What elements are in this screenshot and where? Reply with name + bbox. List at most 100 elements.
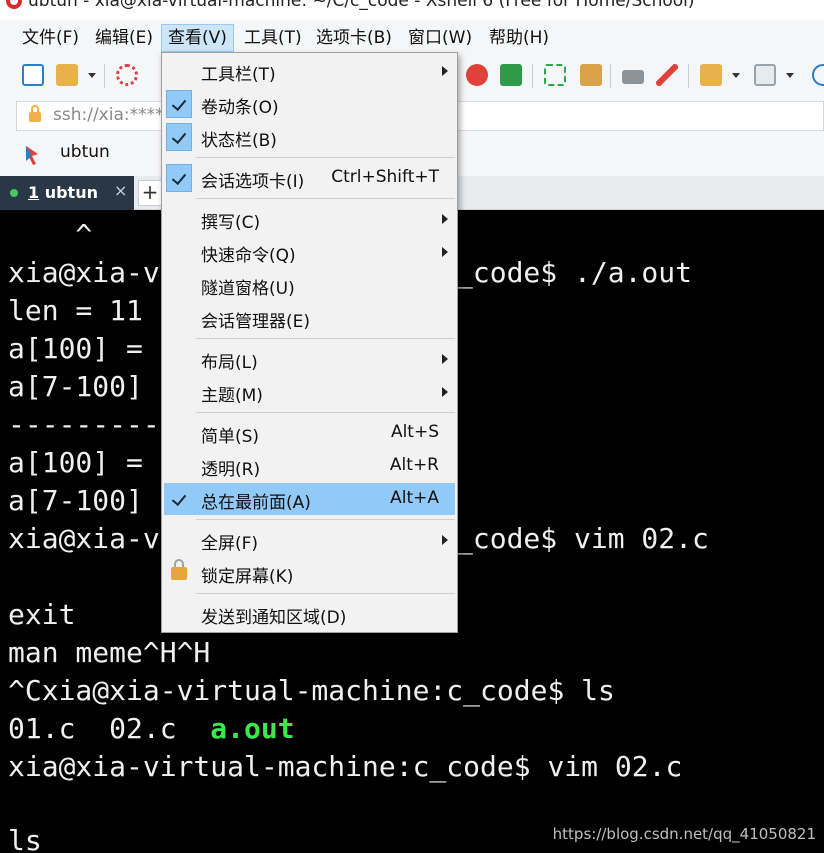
menu-item-label: 布局(L) bbox=[201, 353, 258, 373]
tab-name: ubtun bbox=[39, 183, 98, 202]
ls-files: 01.c 02.c bbox=[8, 712, 211, 745]
tab-label: 1 ubtun bbox=[28, 183, 98, 202]
terminal-line: len = 11 bbox=[8, 294, 143, 327]
lock-screen-icon[interactable] bbox=[580, 64, 602, 86]
ls-executable: a.out bbox=[210, 712, 295, 745]
toolbar-separator bbox=[104, 64, 105, 88]
menu-tabs[interactable]: 选项卡(B) bbox=[310, 24, 398, 52]
menu-item-compose[interactable]: 撰写(C) bbox=[164, 203, 455, 235]
menu-item-layout[interactable]: 布局(L) bbox=[164, 343, 455, 375]
menu-item-scrollbar[interactable]: 卷动条(O) bbox=[164, 88, 455, 120]
menu-item-statusbar[interactable]: 状态栏(B) bbox=[164, 121, 455, 153]
keyboard-icon[interactable] bbox=[622, 70, 644, 84]
tab-number: 1 bbox=[28, 183, 40, 202]
checkmark-icon bbox=[166, 485, 192, 513]
checkmark-icon bbox=[166, 90, 192, 118]
menu-item-send-to-tray[interactable]: 发送到通知区域(D) bbox=[164, 598, 455, 630]
terminal-line: xia@xia-virtual-machine:c_code$ vim 02.c bbox=[8, 750, 683, 783]
menu-item-session-tabs[interactable]: 会话选项卡(I) Ctrl+Shift+T bbox=[164, 162, 455, 194]
menu-item-always-on-top[interactable]: 总在最前面(A) Alt+A bbox=[164, 483, 455, 515]
xmanager-icon[interactable] bbox=[500, 64, 522, 86]
menu-item-shortcut: Alt+S bbox=[390, 422, 439, 442]
terminal-line: exit bbox=[8, 598, 76, 631]
menu-item-label: 卷动条(O) bbox=[201, 98, 279, 118]
close-tab-icon[interactable]: × bbox=[114, 181, 127, 200]
menu-separator bbox=[196, 519, 455, 520]
help-icon[interactable] bbox=[812, 64, 824, 86]
menu-tools[interactable]: 工具(T) bbox=[238, 24, 308, 52]
session-link-label[interactable]: ubtun bbox=[60, 142, 110, 162]
terminal-line: a[7-100] bbox=[8, 370, 143, 403]
menu-item-label: 隧道窗格(U) bbox=[201, 279, 295, 299]
submenu-arrow-icon bbox=[442, 535, 448, 545]
menu-bar: 文件(F) 编辑(E) 查看(V) 工具(T) 选项卡(B) 窗口(W) 帮助(… bbox=[0, 20, 824, 56]
session-link-icon[interactable] bbox=[24, 144, 46, 166]
terminal-line: a[100] = bbox=[8, 446, 143, 479]
address-value: ssh://xia:***** bbox=[53, 105, 173, 125]
terminal-line-fragment: _code$ ./a.out bbox=[456, 256, 693, 289]
view-menu-dropdown: 工具栏(T) 卷动条(O) 状态栏(B) 会话选项卡(I) Ctrl+Shift… bbox=[161, 52, 458, 633]
menu-item-label: 快速命令(Q) bbox=[201, 246, 296, 266]
menu-item-transparent[interactable]: 透明(R) Alt+R bbox=[164, 450, 455, 482]
terminal-line: xia@xia-v bbox=[8, 256, 160, 289]
menu-file[interactable]: 文件(F) bbox=[16, 24, 85, 52]
menu-separator bbox=[196, 593, 455, 594]
menu-separator bbox=[196, 198, 455, 199]
terminal-line: man meme^H^H bbox=[8, 636, 211, 669]
menu-item-label: 透明(R) bbox=[201, 460, 261, 480]
menu-item-theme[interactable]: 主题(M) bbox=[164, 376, 455, 408]
toolbar-separator bbox=[532, 64, 533, 88]
fullscreen-icon[interactable] bbox=[544, 64, 566, 86]
terminal-line: --------- bbox=[8, 408, 160, 441]
terminal-line: a[100] = bbox=[8, 332, 143, 365]
highlight-icon[interactable] bbox=[656, 64, 678, 86]
new-session-icon[interactable] bbox=[22, 64, 44, 86]
checkmark-icon bbox=[166, 123, 192, 151]
menu-item-shortcut: Ctrl+Shift+T bbox=[331, 167, 439, 187]
menu-item-lock-screen[interactable]: 锁定屏幕(K) bbox=[164, 557, 455, 589]
menu-item-session-manager[interactable]: 会话管理器(E) bbox=[164, 302, 455, 334]
menu-item-label: 状态栏(B) bbox=[201, 131, 277, 151]
toolbar-separator bbox=[610, 64, 611, 88]
lock-icon bbox=[170, 559, 188, 581]
toolbar-separator bbox=[688, 64, 689, 88]
xshell-app-icon bbox=[6, 0, 22, 9]
menu-item-fullscreen[interactable]: 全屏(F) bbox=[164, 524, 455, 556]
new-tab-button[interactable]: + bbox=[138, 180, 162, 206]
terminal-line: ^ bbox=[8, 218, 93, 251]
window-title: ubtun - xia@xia-virtual-machine: ~/C/c_c… bbox=[28, 0, 695, 11]
layout-dropdown-caret[interactable] bbox=[786, 73, 794, 78]
menu-item-toolbar[interactable]: 工具栏(T) bbox=[164, 55, 455, 87]
open-dropdown-caret[interactable] bbox=[88, 73, 96, 78]
lock-icon bbox=[29, 105, 41, 122]
menu-item-shortcut: Alt+R bbox=[389, 455, 439, 475]
submenu-arrow-icon bbox=[442, 354, 448, 364]
menu-item-label: 撰写(C) bbox=[201, 213, 261, 233]
connected-status-icon bbox=[10, 189, 18, 197]
menu-item-label: 简单(S) bbox=[201, 427, 260, 447]
menu-item-tunnel-pane[interactable]: 隧道窗格(U) bbox=[164, 269, 455, 301]
menu-item-label: 主题(M) bbox=[201, 386, 263, 406]
terminal-line: ^Cxia@xia-virtual-machine:c_code$ ls bbox=[8, 674, 615, 707]
open-folder-icon[interactable] bbox=[56, 64, 78, 86]
reconnect-icon[interactable] bbox=[116, 64, 138, 86]
layout-icon[interactable] bbox=[754, 64, 776, 86]
menu-item-quick-commands[interactable]: 快速命令(Q) bbox=[164, 236, 455, 268]
add-folder-dropdown-caret[interactable] bbox=[732, 73, 740, 78]
terminal-line: 01.c 02.c a.out bbox=[8, 710, 295, 748]
menu-edit[interactable]: 编辑(E) bbox=[89, 24, 159, 52]
session-tab[interactable]: 1 ubtun × bbox=[0, 176, 134, 210]
submenu-arrow-icon bbox=[442, 66, 448, 76]
submenu-arrow-icon bbox=[442, 247, 448, 257]
terminal-line: a[7-100] bbox=[8, 484, 143, 517]
terminal-line: ls bbox=[8, 824, 42, 853]
menu-separator bbox=[196, 338, 455, 339]
menu-item-label: 工具栏(T) bbox=[201, 65, 276, 85]
menu-item-simple[interactable]: 简单(S) Alt+S bbox=[164, 417, 455, 449]
menu-item-shortcut: Alt+A bbox=[390, 488, 439, 508]
menu-window[interactable]: 窗口(W) bbox=[402, 24, 478, 52]
xftp-icon[interactable] bbox=[466, 64, 488, 86]
add-folder-icon[interactable] bbox=[700, 64, 722, 86]
menu-view[interactable]: 查看(V) bbox=[161, 24, 234, 52]
menu-help[interactable]: 帮助(H) bbox=[483, 24, 555, 52]
